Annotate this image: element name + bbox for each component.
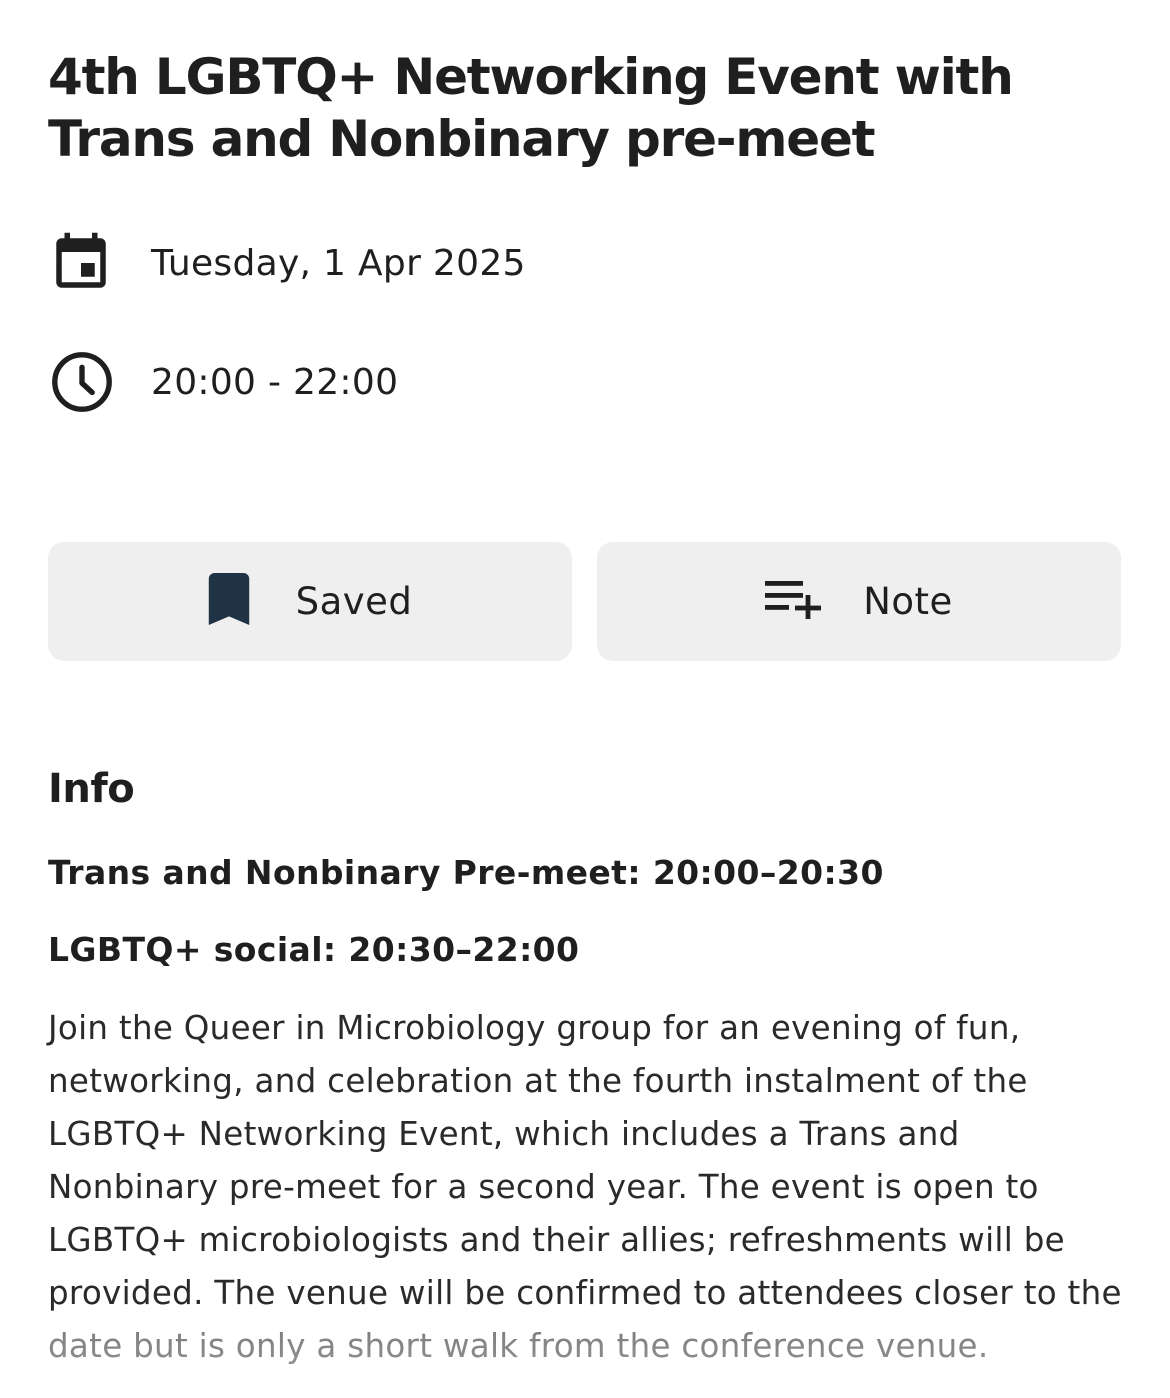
note-button-label: Note bbox=[863, 580, 953, 623]
event-date: Tuesday, 1 Apr 2025 bbox=[151, 242, 526, 284]
bookmark-filled-icon bbox=[208, 573, 250, 630]
info-heading: Info bbox=[48, 766, 135, 812]
social-schedule: LGBTQ+ social: 20:30–22:00 bbox=[48, 930, 580, 969]
calendar-icon bbox=[48, 228, 120, 298]
saved-button[interactable]: Saved bbox=[48, 542, 572, 661]
event-time: 20:00 - 22:00 bbox=[151, 361, 399, 403]
saved-button-label: Saved bbox=[295, 580, 413, 623]
clock-icon bbox=[48, 347, 120, 417]
event-time-row: 20:00 - 22:00 bbox=[48, 347, 748, 417]
event-date-row: Tuesday, 1 Apr 2025 bbox=[48, 228, 748, 298]
event-title: 4th LGBTQ+ Networking Event with Trans a… bbox=[48, 48, 1014, 168]
event-description: Join the Queer in Microbiology group for… bbox=[48, 1009, 1122, 1365]
playlist-add-icon bbox=[765, 579, 823, 624]
add-note-button[interactable]: Note bbox=[597, 542, 1121, 661]
pre-meet-schedule: Trans and Nonbinary Pre-meet: 20:00–20:3… bbox=[48, 853, 884, 892]
